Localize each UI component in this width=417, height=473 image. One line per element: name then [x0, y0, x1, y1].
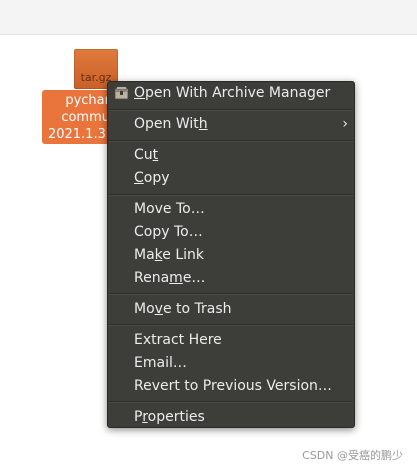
file-name-line-2: commu [61, 110, 110, 125]
desktop-top-bar [0, 0, 417, 35]
menu-item-revert-to-previous-version[interactable]: Revert to Previous Version… [108, 375, 354, 398]
menu-item-open-with-archive-manager[interactable]: Open With Archive Manager [108, 82, 354, 105]
menu-item-copy[interactable]: Copy [108, 167, 354, 190]
menu-item-move-to[interactable]: Move To… [108, 198, 354, 221]
menu-separator [109, 401, 353, 403]
menu-separator [109, 293, 353, 295]
watermark-text: CSDN @受癌的鹏少 [302, 449, 403, 462]
menu-separator [109, 109, 353, 111]
file-name-line-1: pychar [65, 93, 110, 108]
menu-item-rename[interactable]: Rename… [108, 267, 354, 290]
menu-item-properties[interactable]: Properties [108, 406, 354, 429]
file-name-label[interactable]: pychar commu 2021.1.3. [42, 90, 112, 144]
menu-separator [109, 194, 353, 196]
file-context-menu: Open With Archive Manager Open With › Cu… [107, 81, 355, 428]
menu-item-cut[interactable]: Cut [108, 144, 354, 167]
menu-item-copy-to[interactable]: Copy To… [108, 221, 354, 244]
menu-item-email[interactable]: Email… [108, 352, 354, 375]
file-name-line-3: 2021.1.3. [47, 127, 110, 142]
submenu-arrow-icon: › [342, 116, 348, 132]
menu-item-move-to-trash[interactable]: Move to Trash [108, 298, 354, 321]
menu-separator [109, 140, 353, 142]
menu-item-make-link[interactable]: Make Link [108, 244, 354, 267]
archive-manager-icon [114, 86, 129, 100]
menu-item-open-with[interactable]: Open With › [108, 113, 354, 136]
menu-item-extract-here[interactable]: Extract Here [108, 329, 354, 352]
menu-separator [109, 324, 353, 326]
